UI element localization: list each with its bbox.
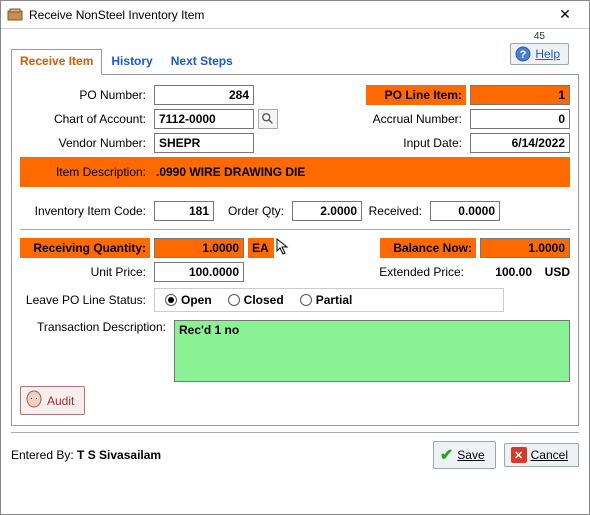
cancel-button[interactable]: ✕ Cancel [504,443,579,467]
help-button[interactable]: ? Help [510,43,569,65]
transaction-desc-label: Transaction Description: [20,320,170,334]
status-open-label: Open [181,293,212,307]
inventory-item-code-input[interactable] [154,201,214,221]
help-icon: ? [515,46,531,62]
status-closed-radio[interactable]: Closed [228,293,284,307]
unit-price-input[interactable] [154,262,244,282]
status-open-radio[interactable]: Open [165,293,212,307]
entered-by-label: Entered By: [11,448,74,462]
item-description-label: Item Description: [24,165,150,179]
po-status-group: Open Closed Partial [154,288,504,312]
balance-now-label: Balance Now: [380,238,476,258]
input-date-input[interactable] [470,133,570,153]
vendor-number-input[interactable] [154,133,254,153]
radio-icon [228,294,240,306]
received-input[interactable] [430,201,500,221]
extended-price-label: Extended Price: [372,265,468,279]
close-button[interactable]: ✕ [545,4,585,26]
magnify-icon [261,112,275,126]
extended-price-currency: USD [536,265,570,279]
cursor-icon [276,238,292,261]
audit-label: Audit [47,394,74,408]
panel-receive-item: PO Number: PO Line Item: 1 Chart of Acco… [11,75,579,426]
inventory-item-code-label: Inventory Item Code: [20,204,150,218]
audit-button[interactable]: Audit [20,386,85,415]
tabs: Receive Item History Next Steps [11,49,579,75]
receiving-qty-value[interactable]: 1.0000 [154,238,244,258]
chart-of-account-input[interactable] [154,109,254,129]
receiving-qty-label: Receiving Quantity: [20,238,150,258]
window-title: Receive NonSteel Inventory Item [29,8,545,22]
po-number-input[interactable] [154,85,254,105]
accrual-number-input[interactable] [470,109,570,129]
po-line-item-label: PO Line Item: [366,85,466,105]
leave-po-status-label: Leave PO Line Status: [20,293,150,307]
check-icon: ✔ [440,445,453,465]
status-partial-radio[interactable]: Partial [300,293,353,307]
vendor-number-label: Vendor Number: [20,136,150,150]
transaction-desc-input[interactable] [174,320,570,382]
radio-icon [300,294,312,306]
divider [20,229,570,230]
accrual-number-label: Accrual Number: [366,112,466,126]
app-icon [7,7,23,23]
tab-history[interactable]: History [102,49,161,75]
titlebar: Receive NonSteel Inventory Item ✕ [1,1,589,29]
audit-icon [25,390,43,411]
svg-text:?: ? [520,49,527,61]
received-label: Received: [366,204,426,218]
tab-next-steps[interactable]: Next Steps [162,49,242,75]
save-label: Save [457,448,484,462]
radio-icon [165,294,177,306]
tab-receive-item[interactable]: Receive Item [11,49,102,75]
input-date-label: Input Date: [366,136,466,150]
footer: Entered By: T S Sivasailam ✔ Save ✕ Canc… [11,432,579,469]
chart-lookup-button[interactable] [258,109,278,129]
unit-price-label: Unit Price: [20,265,150,279]
po-line-item-value: 1 [470,85,570,105]
save-button[interactable]: ✔ Save [433,441,496,469]
extended-price-value: 100.00 [472,265,532,279]
status-closed-label: Closed [244,293,284,307]
page-counter: 45 [534,31,545,42]
item-description-row: Item Description: .0990 WIRE DRAWING DIE [20,157,570,187]
receiving-qty-unit: EA [248,238,274,258]
x-icon: ✕ [511,447,527,463]
entered-by-value: T S Sivasailam [77,448,161,462]
po-number-label: PO Number: [20,88,150,102]
cancel-label: Cancel [531,448,568,462]
order-qty-label: Order Qty: [218,204,288,218]
status-partial-label: Partial [316,293,353,307]
chart-of-account-label: Chart of Account: [20,112,150,126]
help-label: Help [535,47,560,61]
item-description-value: .0990 WIRE DRAWING DIE [150,165,305,179]
order-qty-input[interactable] [292,201,362,221]
balance-now-value: 1.0000 [480,238,570,258]
